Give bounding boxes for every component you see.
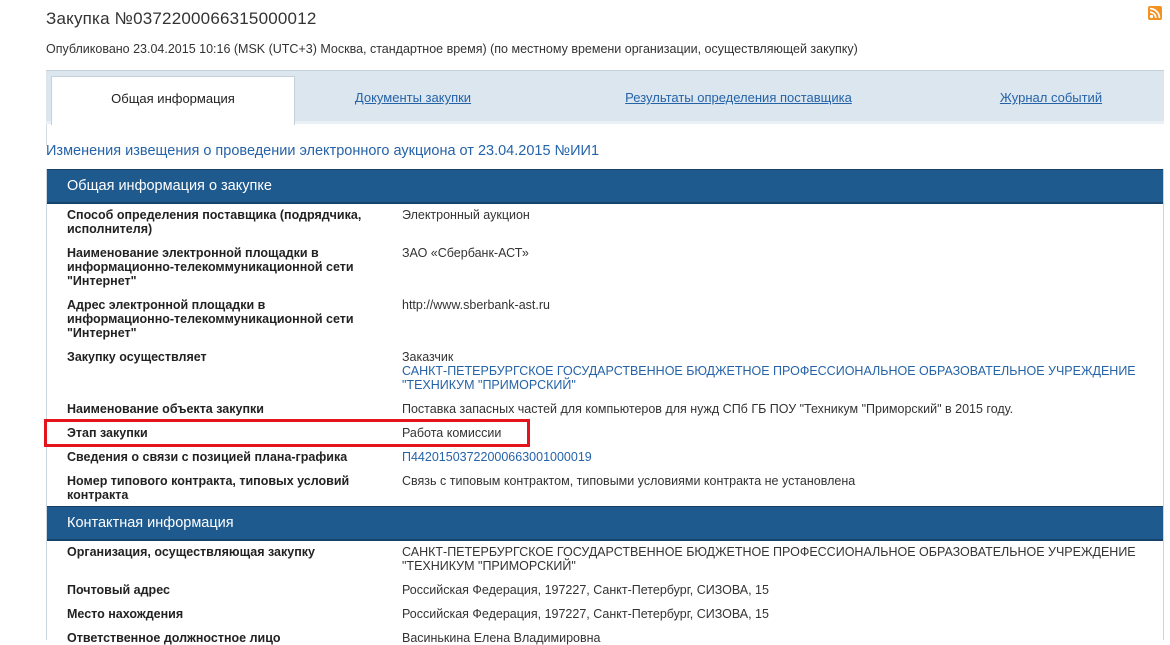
row-value: http://www.sberbank-ast.ru — [402, 298, 550, 312]
row-label: Организация, осуществляющая закупку — [67, 545, 315, 559]
row-value: Электронный аукцион — [402, 208, 530, 222]
row-label: Способ определения поставщика (подрядчик… — [67, 208, 362, 236]
row-label: Адрес электронной площадки в информацион… — [67, 298, 354, 340]
row-value: Поставка запасных частей для компьютеров… — [402, 402, 1014, 416]
tab-general-info[interactable]: Общая информация — [51, 76, 295, 125]
row-label: Место нахождения — [67, 607, 184, 621]
row-value-customer: Заказчик САНКТ-ПЕТЕРБУРГСКОЕ ГОСУДАРСТВЕ… — [402, 350, 1142, 392]
row-value: САНКТ-ПЕТЕРБУРГСКОЕ ГОСУДАРСТВЕННОЕ БЮДЖ… — [402, 545, 1136, 573]
row-value: Российская Федерация, 197227, Санкт-Пете… — [402, 607, 769, 621]
tab-documents[interactable]: Документы закупки — [306, 73, 520, 123]
section-header-general: Общая информация о закупке — [47, 169, 1163, 204]
rss-icon[interactable] — [1148, 6, 1162, 20]
page-title: Закупка №0372200066315000012 — [46, 9, 317, 28]
contact-info-section: Контактная информация Организация, осуще… — [46, 506, 1164, 645]
row-value: Российская Федерация, 197227, Санкт-Пете… — [402, 583, 769, 597]
row-label: Ответственное должностное лицо — [67, 631, 281, 645]
row-value: ЗАО «Сбербанк-АСТ» — [402, 246, 529, 260]
section-header-contacts: Контактная информация — [47, 506, 1163, 541]
row-value: Связь с типовым контрактом, типовыми усл… — [402, 474, 856, 488]
highlight-annotation — [44, 419, 530, 447]
row-label: Сведения о связи с позицией плана-график… — [67, 450, 348, 464]
notice-change-link[interactable]: Изменения извещения о проведении электро… — [46, 143, 599, 159]
plan-schedule-link[interactable]: П44201503722000663001000019 — [402, 450, 1142, 464]
row-label: Почтовый адрес — [67, 583, 170, 597]
row-value: Васинькина Елена Владимировна — [402, 631, 601, 645]
tab-bar: Общая информация Документы закупки Резул… — [46, 70, 1164, 125]
tab-event-log[interactable]: Журнал событий — [976, 73, 1126, 123]
row-label: Закупку осуществляет — [67, 350, 207, 364]
customer-type: Заказчик — [402, 350, 454, 364]
row-label: Наименование объекта закупки — [67, 402, 264, 416]
tab-supplier-results[interactable]: Результаты определения поставщика — [566, 73, 911, 123]
customer-organization-link[interactable]: САНКТ-ПЕТЕРБУРГСКОЕ ГОСУДАРСТВЕННОЕ БЮДЖ… — [402, 364, 1142, 392]
row-label: Номер типового контракта, типовых услови… — [67, 474, 350, 502]
published-date: Опубликовано 23.04.2015 10:16 (MSK (UTC+… — [46, 42, 858, 56]
row-label: Наименование электронной площадки в инфо… — [67, 246, 354, 288]
general-info-section: Общая информация о закупке Способ опреде… — [46, 169, 1164, 509]
